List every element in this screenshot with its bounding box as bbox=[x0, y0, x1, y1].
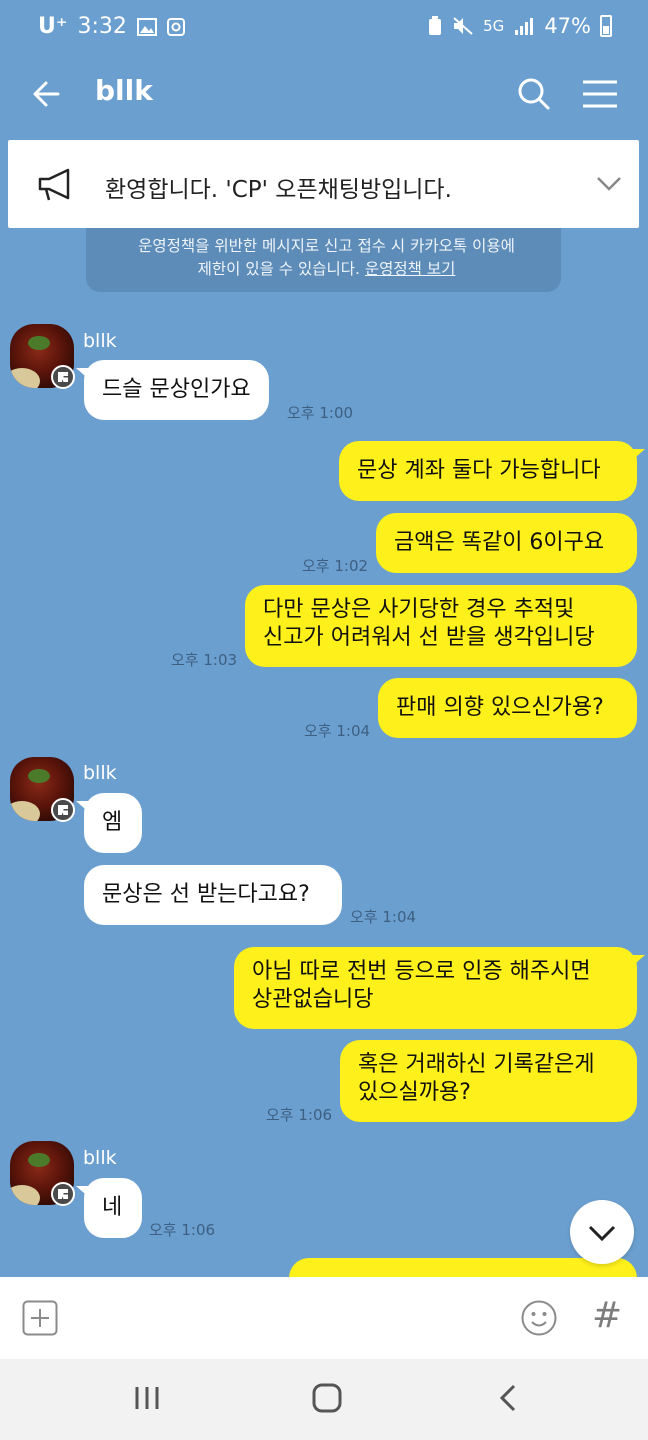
mute-icon bbox=[453, 17, 473, 35]
chevron-down-icon[interactable] bbox=[594, 172, 624, 196]
policy-banner: 운영정책을 위반한 메시지로 신고 접수 시 카카오톡 이용에 제한이 있을 수… bbox=[86, 228, 561, 292]
open-profile-badge-icon bbox=[51, 798, 75, 822]
battery-icon bbox=[600, 15, 612, 37]
message-line: 아님 따로 전번 등으로 인증 해주시면 bbox=[252, 959, 591, 984]
status-time: 3:32 bbox=[77, 14, 127, 39]
scroll-to-bottom-button[interactable] bbox=[570, 1200, 634, 1264]
data-saver-icon bbox=[429, 16, 442, 35]
status-bar: U⁺ 3:32 5G 47% bbox=[0, 0, 648, 56]
message-time: 오후 1:02 bbox=[302, 557, 369, 575]
chevron-down-icon bbox=[588, 1225, 616, 1242]
message-line: 상관없습니당 bbox=[252, 987, 374, 1012]
outgoing-message[interactable]: 금액은 똑같이 6이구요 bbox=[376, 513, 637, 573]
message-line: 있으실까용? bbox=[358, 1080, 471, 1105]
home-icon[interactable] bbox=[312, 1383, 342, 1413]
incoming-message[interactable]: 엠 bbox=[84, 793, 142, 853]
message-time: 오후 1:04 bbox=[304, 722, 371, 740]
back-icon[interactable] bbox=[496, 1383, 520, 1413]
policy-line-2-wrap: 제한이 있을 수 있습니다. 운영정책 보기 bbox=[106, 258, 547, 281]
chat-title: bllk bbox=[95, 74, 153, 107]
battery-percent: 47% bbox=[544, 14, 591, 38]
sender-name: bllk bbox=[83, 762, 117, 784]
hashtag-search-button[interactable]: # bbox=[592, 1295, 622, 1336]
open-profile-badge-icon bbox=[51, 365, 75, 389]
message-time: 오후 1:04 bbox=[350, 908, 417, 926]
pinned-notice[interactable]: 환영합니다. 'CP' 오픈채팅방입니다. bbox=[8, 140, 639, 228]
outgoing-message[interactable]: 문상 계좌 둘다 가능합니다 bbox=[339, 441, 637, 501]
policy-line-2: 제한이 있을 수 있습니다. bbox=[197, 260, 360, 278]
message-input-bar[interactable]: # bbox=[0, 1277, 648, 1359]
camera-notification-icon bbox=[166, 17, 185, 36]
network-type: 5G bbox=[483, 17, 505, 35]
chat-header: bllk bbox=[0, 56, 648, 132]
outgoing-message[interactable]: 판매 의향 있으신가용? bbox=[378, 678, 637, 738]
back-arrow-icon[interactable] bbox=[28, 74, 68, 114]
sender-name: bllk bbox=[83, 1147, 117, 1169]
search-icon[interactable] bbox=[514, 74, 554, 114]
outgoing-message[interactable]: 다만 문상은 사기당한 경우 추적및 신고가 어려워서 선 받을 생각입니당 bbox=[245, 585, 637, 667]
outgoing-message[interactable]: 혹은 거래하신 기록같은게 있으실까용? bbox=[340, 1040, 637, 1122]
incoming-message[interactable]: 드슬 문상인가요 bbox=[84, 360, 269, 420]
system-nav-bar bbox=[0, 1359, 648, 1440]
message-time: 오후 1:06 bbox=[149, 1221, 216, 1239]
recents-icon[interactable] bbox=[133, 1385, 161, 1411]
hamburger-menu-icon[interactable] bbox=[580, 74, 620, 114]
message-line: 혹은 거래하신 기록같은게 bbox=[358, 1052, 595, 1077]
message-line: 다만 문상은 사기당한 경우 추적및 bbox=[263, 597, 575, 622]
message-time: 오후 1:00 bbox=[287, 404, 354, 422]
outgoing-message[interactable]: 아님 따로 전번 등으로 인증 해주시면 상관없습니당 bbox=[234, 947, 637, 1029]
notice-text: 환영합니다. 'CP' 오픈채팅방입니다. bbox=[105, 177, 452, 203]
incoming-message[interactable]: 네 bbox=[84, 1178, 142, 1238]
message-line: 신고가 어려워서 선 받을 생각입니당 bbox=[263, 625, 595, 650]
incoming-message[interactable]: 문상은 선 받는다고요? bbox=[84, 865, 342, 925]
gallery-notification-icon bbox=[136, 17, 157, 36]
sender-name: bllk bbox=[83, 330, 117, 352]
open-profile-badge-icon bbox=[51, 1182, 75, 1206]
message-time: 오후 1:03 bbox=[171, 651, 238, 669]
emoji-icon[interactable] bbox=[520, 1299, 558, 1337]
policy-line-1: 운영정책을 위반한 메시지로 신고 접수 시 카카오톡 이용에 bbox=[138, 237, 515, 255]
message-time: 오후 1:06 bbox=[266, 1106, 333, 1124]
signal-icon bbox=[515, 18, 534, 35]
policy-link[interactable]: 운영정책 보기 bbox=[365, 260, 456, 278]
megaphone-icon bbox=[38, 168, 70, 201]
plus-icon[interactable] bbox=[22, 1300, 58, 1336]
carrier-label: U⁺ bbox=[38, 14, 68, 39]
